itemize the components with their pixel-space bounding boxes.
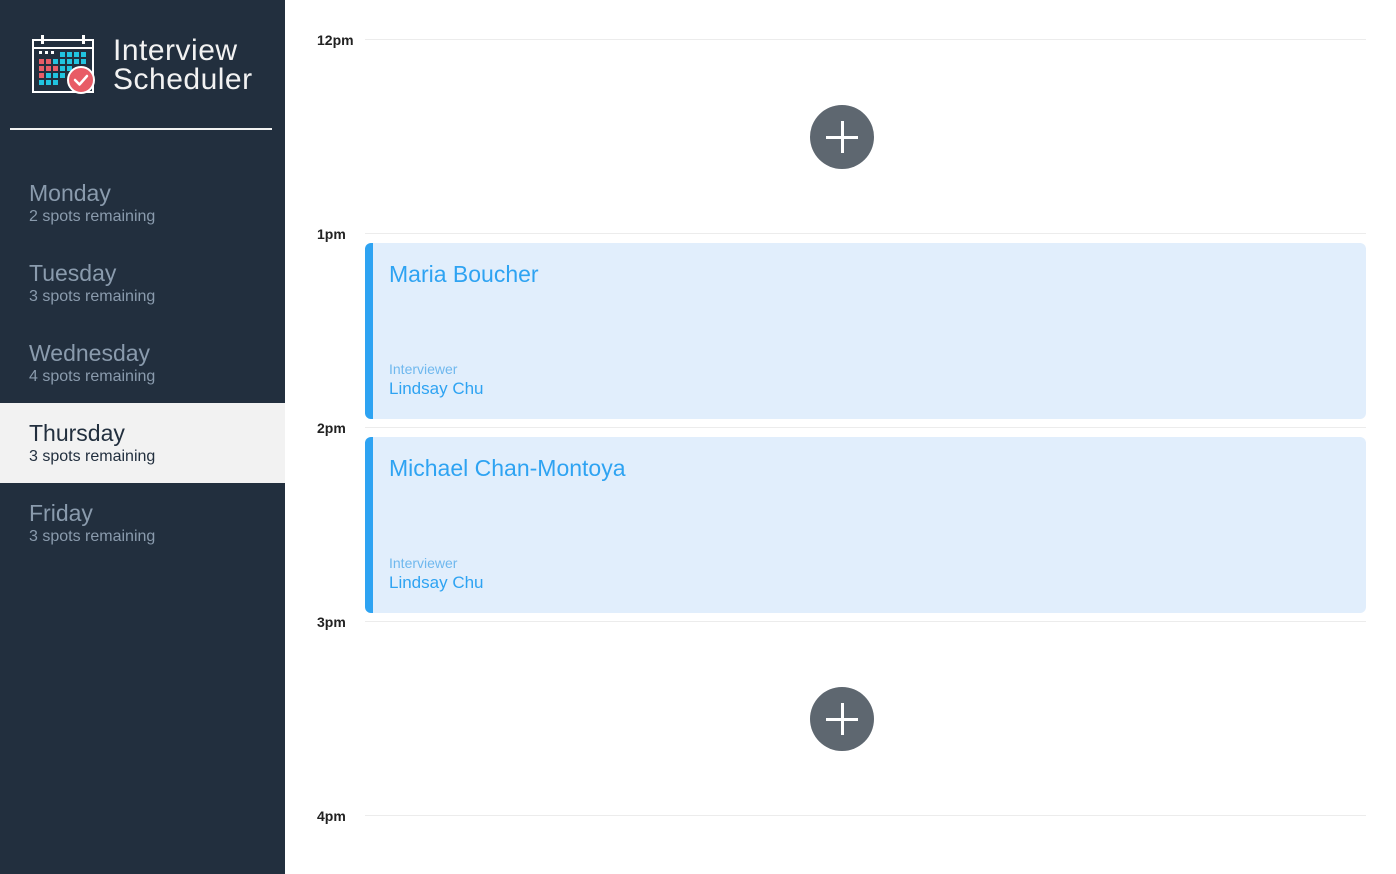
add-appointment-button[interactable] [810,687,874,751]
day-list: Monday 2 spots remaining Tuesday 3 spots… [0,163,285,563]
day-item-tuesday[interactable]: Tuesday 3 spots remaining [0,243,285,323]
appointment-card[interactable]: Maria Boucher Interviewer Lindsay Chu [365,243,1366,419]
time-label-4pm: 4pm [317,808,346,824]
day-name: Friday [29,500,93,526]
time-divider [365,621,1366,622]
sidebar-divider [10,128,272,130]
day-spots: 3 spots remaining [29,448,156,465]
schedule: 12pm 1pm Maria Boucher Interviewer Linds… [285,0,1396,874]
time-divider [365,427,1366,428]
brand: Interview Scheduler [31,34,271,96]
student-name: Maria Boucher [389,261,539,287]
day-item-wednesday[interactable]: Wednesday 4 spots remaining [0,323,285,403]
time-divider [365,815,1366,816]
interviewer-name: Lindsay Chu [389,379,484,398]
student-name: Michael Chan-Montoya [389,455,626,481]
appointment-card[interactable]: Michael Chan-Montoya Interviewer Lindsay… [365,437,1366,613]
time-divider [365,233,1366,234]
day-name: Wednesday [29,340,151,366]
interviewer-name: Lindsay Chu [389,573,484,592]
day-name: Tuesday [29,260,117,286]
day-name: Monday [29,180,111,206]
day-spots: 3 spots remaining [29,288,156,305]
day-name: Thursday [29,420,125,446]
app-title: Interview Scheduler [113,34,253,96]
time-divider [365,39,1366,40]
app-title-line1: Interview [113,34,238,67]
day-item-monday[interactable]: Monday 2 spots remaining [0,163,285,243]
time-label-3pm: 3pm [317,614,346,630]
day-item-friday[interactable]: Friday 3 spots remaining [0,483,285,563]
day-item-thursday[interactable]: Thursday 3 spots remaining [0,403,285,483]
time-label-12pm: 12pm [317,32,354,48]
interviewer-label: Interviewer [389,555,458,571]
interviewer-label: Interviewer [389,361,458,377]
app-title-line2: Scheduler [113,63,253,96]
time-label-2pm: 2pm [317,420,346,436]
day-spots: 2 spots remaining [29,208,156,225]
day-spots: 4 spots remaining [29,368,156,385]
day-spots: 3 spots remaining [29,528,156,545]
time-label-1pm: 1pm [317,226,346,242]
calendar-check-icon [32,35,95,94]
add-appointment-button[interactable] [810,105,874,169]
sidebar: Interview Scheduler Monday 2 spots remai… [0,0,285,874]
